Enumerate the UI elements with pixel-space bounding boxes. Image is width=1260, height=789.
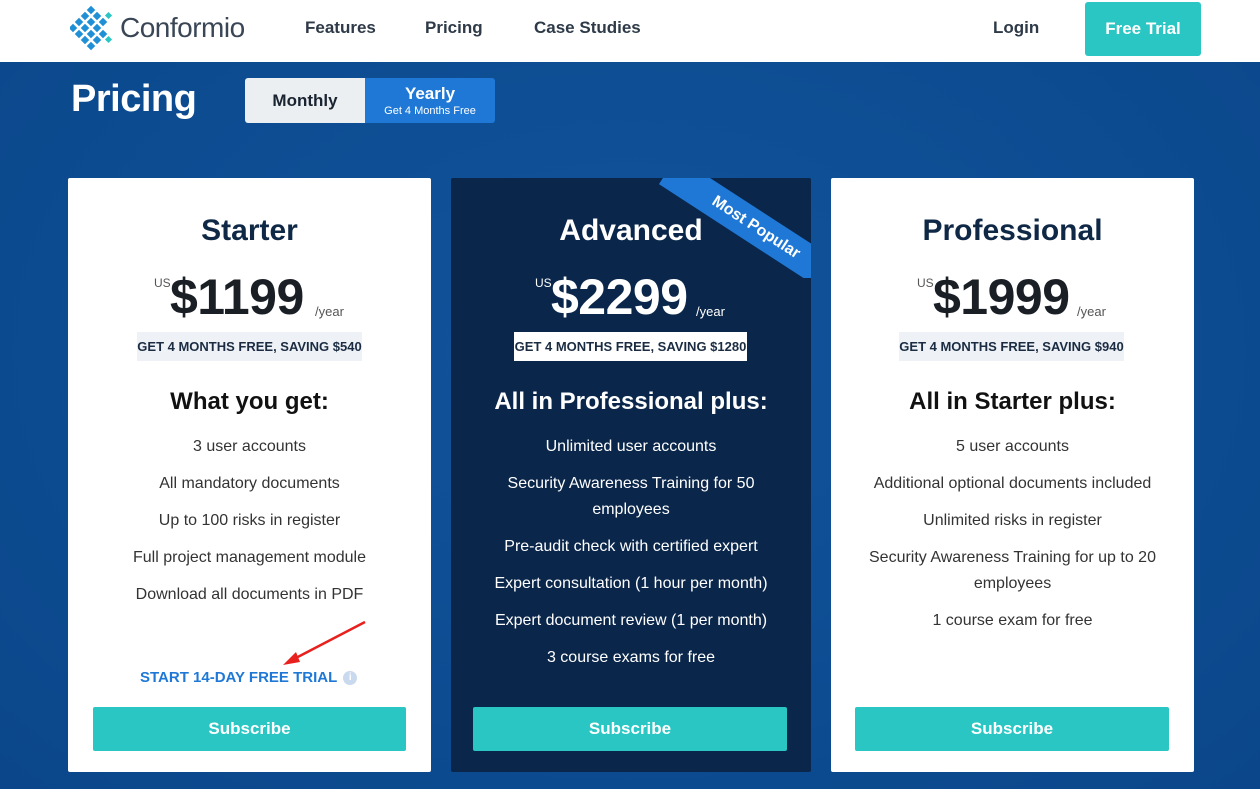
nav-pricing[interactable]: Pricing	[425, 18, 483, 38]
features-list: 5 user accounts Additional optional docu…	[853, 434, 1172, 645]
features-title: What you get:	[170, 388, 329, 415]
feature-item: 1 course exam for free	[932, 612, 1093, 629]
price-period: /year	[315, 304, 344, 319]
price-amount: $2299	[551, 269, 688, 325]
feature-item: Full project management module	[132, 549, 366, 566]
feature-item: Up to 100 risks in register	[158, 512, 341, 529]
logo[interactable]: Conformio	[70, 5, 245, 51]
feature-item: Expert document review (1 per month)	[494, 612, 768, 629]
feature-item: Expert consultation (1 hour per month)	[494, 575, 768, 592]
logo-icon	[70, 5, 113, 51]
feature-item: All mandatory documents	[159, 475, 340, 492]
features-title: All in Professional plus:	[494, 388, 768, 415]
feature-item: Additional optional documents included	[873, 475, 1152, 492]
pricing-section: Pricing Monthly Yearly Get 4 Months Free…	[0, 62, 1260, 789]
login-link[interactable]: Login	[993, 18, 1039, 38]
feature-item: Pre-audit check with certified expert	[504, 538, 758, 555]
info-icon[interactable]: i	[343, 670, 358, 685]
price-amount: $1999	[933, 269, 1070, 325]
start-free-trial-label: START 14-DAY FREE TRIAL	[140, 669, 338, 686]
start-free-trial-link[interactable]: START 14-DAY FREE TRIAL i	[140, 669, 358, 686]
feature-item: Download all documents in PDF	[135, 586, 364, 603]
feature-item: Unlimited user accounts	[545, 438, 717, 455]
price-currency: US	[154, 276, 171, 290]
feature-item: Security Awareness Training for up to 20…	[869, 549, 1156, 592]
savings-badge: GET 4 MONTHS FREE, SAVING $1280	[514, 332, 747, 361]
plan-card-advanced: Most Popular Advanced US $2299 /year GET…	[451, 178, 811, 772]
feature-item: Security Awareness Training for 50 emplo…	[507, 475, 755, 518]
page-title: Pricing	[71, 78, 197, 120]
nav-case-studies[interactable]: Case Studies	[534, 18, 641, 38]
price-period: /year	[1077, 304, 1106, 319]
plan-card-starter: Starter US $1199 /year GET 4 MONTHS FREE…	[68, 178, 431, 772]
subscribe-button-professional[interactable]: Subscribe	[855, 707, 1169, 751]
site-header: Conformio Features Pricing Case Studies …	[0, 0, 1260, 62]
free-trial-button[interactable]: Free Trial	[1085, 2, 1201, 56]
subscribe-button-starter[interactable]: Subscribe	[93, 707, 406, 751]
savings-badge: GET 4 MONTHS FREE, SAVING $540	[137, 332, 362, 361]
features-list: 3 user accounts All mandatory documents …	[78, 434, 421, 619]
price-currency: US	[917, 276, 934, 290]
price-row: US $1199 /year	[68, 268, 431, 328]
feature-item: 3 course exams for free	[546, 649, 716, 666]
plan-card-professional: Professional US $1999 /year GET 4 MONTHS…	[831, 178, 1194, 772]
toggle-yearly-label: Yearly	[404, 84, 456, 103]
price-currency: US	[535, 276, 552, 290]
feature-item: 3 user accounts	[193, 438, 306, 455]
features-list: Unlimited user accounts Security Awarene…	[479, 434, 783, 682]
subscribe-button-advanced[interactable]: Subscribe	[473, 707, 787, 751]
logo-text: Conformio	[120, 12, 245, 43]
feature-item: Unlimited risks in register	[923, 512, 1102, 529]
plan-name: Starter	[201, 214, 298, 247]
feature-item: 5 user accounts	[956, 438, 1069, 455]
price-amount: $1199	[170, 269, 304, 325]
nav-features[interactable]: Features	[305, 18, 376, 38]
price-period: /year	[696, 304, 725, 319]
price-row: US $1999 /year	[831, 268, 1194, 328]
plan-name: Professional	[922, 214, 1103, 247]
savings-badge: GET 4 MONTHS FREE, SAVING $940	[899, 332, 1124, 361]
features-title: All in Starter plus:	[909, 388, 1116, 415]
toggle-monthly[interactable]: Monthly	[245, 78, 365, 123]
price-row: US $2299 /year	[451, 268, 811, 328]
toggle-yearly[interactable]: Yearly Get 4 Months Free	[365, 78, 495, 123]
toggle-yearly-note: Get 4 Months Free	[384, 105, 476, 117]
plan-name: Advanced	[559, 214, 703, 247]
